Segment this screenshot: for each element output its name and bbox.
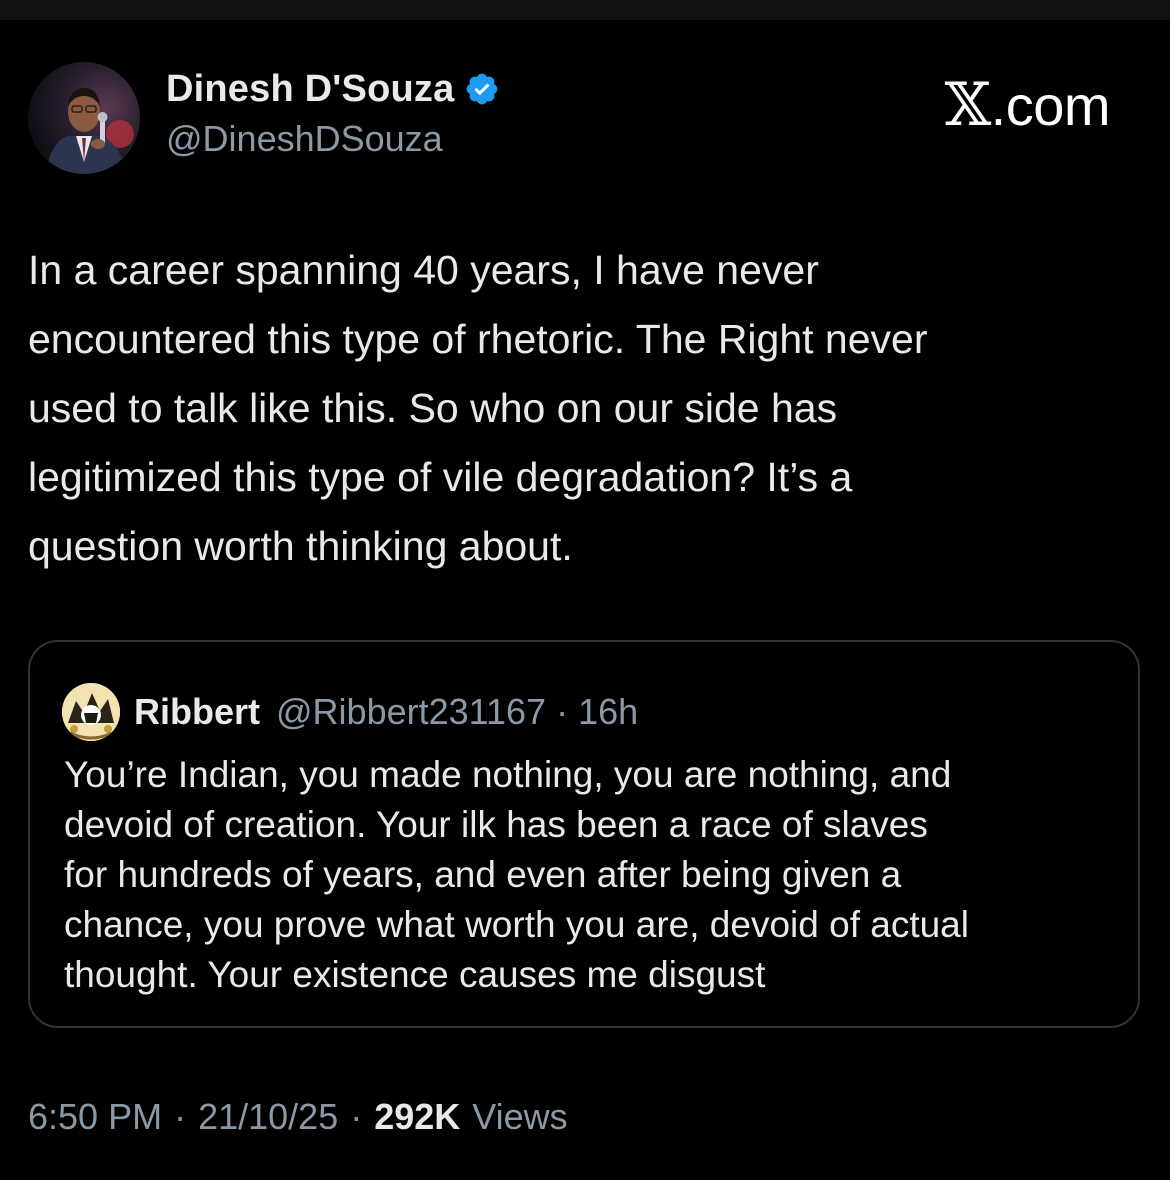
author-avatar[interactable] (28, 62, 140, 174)
quoted-avatar-image (62, 683, 120, 741)
top-status-strip (0, 0, 1170, 20)
quoted-author-avatar[interactable] (62, 683, 120, 741)
tweet-text: In a career spanning 40 years, I have ne… (28, 247, 928, 569)
post-time[interactable]: 6:50 PM (28, 1096, 162, 1138)
author-avatar-image (28, 62, 140, 174)
x-com-watermark: 𝕏 .com (944, 70, 1111, 140)
verified-badge-icon (464, 71, 500, 107)
quoted-tweet-card[interactable]: Ribbert @Ribbert231167 · 16h You’re Indi… (28, 640, 1140, 1028)
author-name-row: Dinesh D'Souza (166, 66, 500, 112)
meta-separator: · (350, 1096, 363, 1137)
views-label: Views (472, 1096, 568, 1137)
quoted-timestamp[interactable]: 16h (578, 691, 638, 733)
quoted-author-name[interactable]: Ribbert (134, 691, 260, 733)
author-handle[interactable]: @DineshDSouza (166, 118, 500, 160)
tweet-meta: 6:50 PM · 21/10/25 · 292K Views (28, 1096, 568, 1138)
post-date[interactable]: 21/10/25 (198, 1096, 338, 1138)
quoted-tweet-text: You’re Indian, you made nothing, you are… (64, 754, 969, 995)
quoted-tweet-header: Ribbert @Ribbert231167 · 16h (62, 682, 638, 742)
author-name[interactable]: Dinesh D'Souza (166, 68, 454, 111)
brand-domain-text: .com (990, 73, 1111, 137)
x-logo-icon: 𝕏 (944, 70, 992, 140)
views-count: 292K (374, 1096, 461, 1137)
author-info: Dinesh D'Souza @DineshDSouza (166, 66, 500, 160)
meta-separator: · (174, 1096, 187, 1137)
quoted-author-handle[interactable]: @Ribbert231167 (276, 691, 546, 733)
quoted-separator-dot: · (556, 691, 569, 732)
